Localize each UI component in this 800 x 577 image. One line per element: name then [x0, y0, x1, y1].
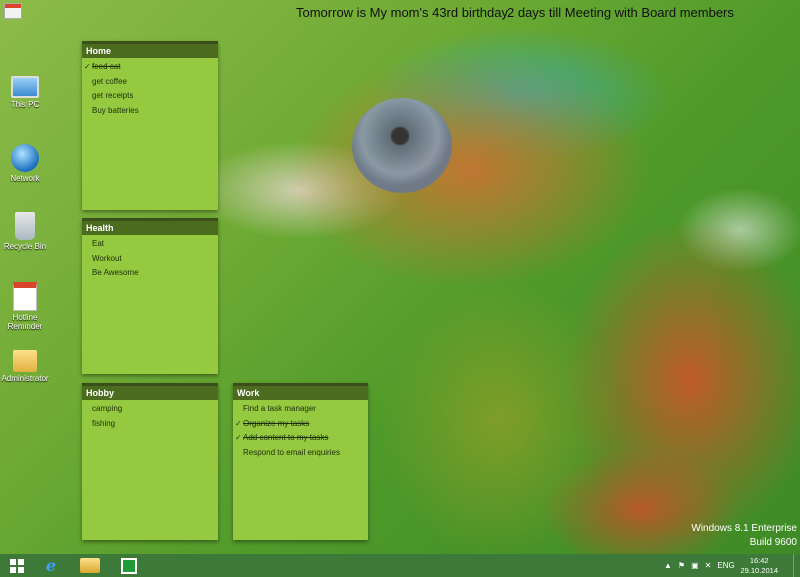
internet-explorer-icon: e: [45, 556, 57, 575]
task-list: Find a task manager ✓ Organize my tasks ✓…: [233, 400, 368, 460]
desktop-icon-label: Administrator: [1, 374, 49, 383]
desktop-icon-label: Network: [10, 174, 40, 183]
note-hobby[interactable]: Hobby camping fishing: [82, 383, 218, 540]
task-item[interactable]: get receipts: [82, 89, 218, 104]
os-edition: Windows 8.1 Enterprise: [691, 523, 797, 534]
calendar-icon: [13, 282, 37, 311]
network-icon: [11, 144, 39, 172]
file-explorer-icon: [80, 558, 100, 573]
start-icon: [10, 558, 24, 573]
note-title[interactable]: Health: [82, 221, 218, 235]
task-item[interactable]: camping: [82, 402, 218, 417]
language-indicator[interactable]: ENG: [717, 561, 734, 570]
note-work[interactable]: Work Find a task manager ✓ Organize my ta…: [233, 383, 368, 540]
reminder-text[interactable]: 2 days till Meeting with Board members: [507, 5, 734, 20]
chameleon-eye: [352, 98, 452, 193]
desktop-icon-network[interactable]: Network: [0, 144, 50, 183]
computer-icon: [11, 76, 39, 98]
store-icon: [121, 557, 137, 574]
recycle-bin-icon: [15, 212, 35, 240]
start-button[interactable]: [2, 556, 32, 575]
clock-date: 29.10.2014: [740, 566, 778, 575]
desktop-icon-recycle-bin[interactable]: Recycle Bin: [0, 212, 50, 251]
desktop-icon-hotline-reminder[interactable]: Hotline Reminder: [0, 282, 50, 331]
show-desktop-button[interactable]: [793, 554, 800, 577]
task-item[interactable]: ✓ Organize my tasks: [233, 417, 368, 432]
task-item[interactable]: Be Awesome: [82, 266, 218, 281]
task-list: Eat Workout Be Awesome: [82, 235, 218, 281]
note-home[interactable]: Home ✓ feed cat get coffee get receipts B…: [82, 41, 218, 210]
check-icon: ✓: [235, 418, 242, 428]
task-item[interactable]: Find a task manager: [233, 402, 368, 417]
reminder-banner: Tomorrow is My mom's 43rd birthday 2 day…: [0, 4, 800, 22]
network-status-icon[interactable]: ▣: [691, 561, 699, 570]
show-hidden-icons-icon[interactable]: ▲: [664, 561, 672, 570]
desktop-icon-label: Recycle Bin: [3, 242, 47, 251]
task-item[interactable]: get coffee: [82, 75, 218, 90]
reminder-text[interactable]: Tomorrow is My mom's 43rd birthday: [296, 5, 508, 20]
task-item[interactable]: Eat: [82, 237, 218, 252]
taskbar: e ▲ ⚑ ▣ ✕ ENG 16:42 29.10.2014: [0, 554, 800, 577]
user-folder-icon: [13, 350, 37, 372]
check-icon: ✓: [235, 433, 242, 443]
desktop-icon-label: This PC: [10, 100, 40, 109]
taskbar-file-explorer[interactable]: [75, 556, 105, 575]
clock-time: 16:42: [749, 556, 769, 565]
note-health[interactable]: Health Eat Workout Be Awesome: [82, 218, 218, 374]
task-list: camping fishing: [82, 400, 218, 431]
note-title[interactable]: Work: [233, 386, 368, 400]
task-item[interactable]: ✓ Add content to my tasks: [233, 431, 368, 446]
task-item[interactable]: fishing: [82, 417, 218, 432]
windows-watermark: Windows 8.1 Enterprise Build 9600: [691, 522, 797, 550]
task-list: ✓ feed cat get coffee get receipts Buy ba…: [82, 58, 218, 118]
taskbar-store[interactable]: [114, 556, 144, 575]
flag-icon[interactable]: ⚑: [678, 561, 685, 570]
os-build: Build 9600: [749, 537, 797, 548]
check-icon: ✓: [84, 62, 91, 71]
task-item[interactable]: Respond to email enquiries: [233, 446, 368, 461]
desktop-icon-label: Hotline Reminder: [7, 313, 43, 331]
taskbar-internet-explorer[interactable]: e: [36, 556, 66, 575]
task-item[interactable]: Buy batteries: [82, 104, 218, 119]
desktop-icon-administrator[interactable]: Administrator: [0, 350, 50, 383]
volume-muted-icon[interactable]: ✕: [705, 561, 712, 570]
system-tray: ▲ ⚑ ▣ ✕ ENG: [664, 554, 735, 577]
task-item[interactable]: Workout: [82, 252, 218, 267]
desktop-icon-this-pc[interactable]: This PC: [0, 76, 50, 109]
task-item[interactable]: ✓ feed cat: [82, 60, 218, 75]
note-title[interactable]: Home: [82, 44, 218, 58]
clock[interactable]: 16:42 29.10.2014: [740, 556, 778, 576]
note-title[interactable]: Hobby: [82, 386, 218, 400]
